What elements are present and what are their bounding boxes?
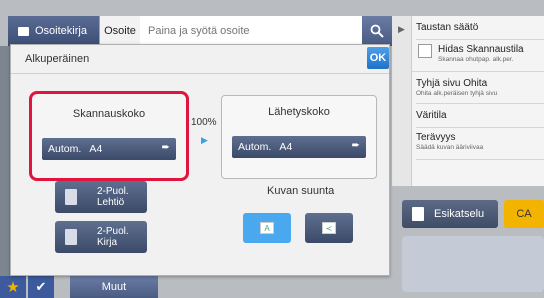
scan-size-label: Skannauskoko bbox=[72, 108, 146, 120]
divider bbox=[11, 73, 389, 74]
setting-sharpness[interactable]: Terävyys Säädä kuvan ääriviivaa bbox=[416, 128, 544, 160]
preview-button[interactable]: Esikatselu bbox=[402, 200, 498, 228]
dialog-title: Alkuperäinen bbox=[25, 53, 90, 65]
setting-color-mode[interactable]: Väritila bbox=[416, 106, 544, 128]
setting-background-adjust[interactable]: Taustan säätö bbox=[416, 22, 544, 40]
scan-size-value: Autom. A4 bbox=[48, 143, 103, 155]
setting-title: Hidas Skannaustila bbox=[438, 44, 524, 55]
duplex-booklet-icon bbox=[65, 229, 77, 245]
start-button[interactable] bbox=[402, 236, 544, 292]
setting-subtitle: Ohita alk.peräisen tyhjä sivu bbox=[416, 90, 498, 97]
send-size-value: Autom. A4 bbox=[238, 141, 293, 153]
arrow-right-icon: ➨ bbox=[351, 140, 360, 151]
bottom-bar: ★ ✔ Muut bbox=[0, 276, 392, 298]
orientation-label: Kuvan suunta bbox=[267, 185, 335, 197]
top-bar: Osoitekirja Osoite bbox=[8, 16, 392, 46]
setting-blank-page-skip[interactable]: Tyhjä sivu Ohita Ohita alk.peräisen tyhj… bbox=[416, 74, 544, 104]
collapse-arrow-icon: ▶ bbox=[398, 24, 405, 34]
orientation-landscape-button[interactable]: ≺ bbox=[305, 213, 353, 243]
setting-slow-scan[interactable]: Hidas Skannaustila Skannaa ohutpap. alk.… bbox=[412, 40, 544, 72]
original-dialog: Alkuperäinen OK Skannauskoko Autom. A4 ➨… bbox=[10, 44, 390, 276]
scan-size-button[interactable]: Autom. A4 ➨ bbox=[42, 138, 176, 160]
send-size-button[interactable]: Autom. A4 ➨ bbox=[232, 136, 366, 158]
left-edge-strip bbox=[0, 46, 10, 276]
duplex-tablet-line1: 2-Puol. bbox=[97, 186, 129, 197]
landscape-doc-icon: ≺ bbox=[322, 222, 336, 234]
duplex-booklet-line1: 2-Puol. bbox=[97, 226, 129, 237]
duplex-booklet-line2: Kirja bbox=[97, 237, 118, 248]
setting-title: Terävyys bbox=[416, 132, 456, 143]
search-icon bbox=[370, 24, 384, 38]
arrow-right-icon: ➨ bbox=[161, 142, 170, 153]
scan-size-box: Skannauskoko Autom. A4 ➨ bbox=[29, 91, 189, 181]
more-button[interactable]: Muut bbox=[70, 276, 158, 298]
preview-label: Esikatselu bbox=[434, 208, 485, 220]
setting-title: Taustan säätö bbox=[416, 22, 479, 33]
address-input[interactable] bbox=[140, 16, 362, 46]
search-button[interactable] bbox=[362, 16, 392, 46]
screen: Osoitekirja Osoite ▶ Taustan säätö Hidas… bbox=[0, 0, 544, 298]
right-settings-panel: ▶ Taustan säätö Hidas Skannaustila Skann… bbox=[392, 16, 544, 186]
addressbook-tab[interactable]: Osoitekirja bbox=[8, 16, 100, 46]
setting-subtitle: Skannaa ohutpap. alk.per. bbox=[438, 56, 514, 63]
addressbook-label: Osoitekirja bbox=[35, 25, 87, 37]
preview-icon bbox=[412, 207, 424, 221]
send-size-box: Lähetyskoko Autom. A4 ➨ bbox=[221, 95, 377, 179]
ratio-arrow-icon: ▶ bbox=[201, 135, 208, 145]
duplex-tablet-button[interactable]: 2-Puol. Lehtiö bbox=[55, 181, 147, 213]
check-icon[interactable]: ✔ bbox=[28, 276, 54, 298]
slow-scan-checkbox[interactable] bbox=[418, 44, 432, 58]
star-icon[interactable]: ★ bbox=[0, 276, 26, 298]
send-size-label: Lähetyskoko bbox=[268, 106, 330, 118]
setting-title: Tyhjä sivu Ohita bbox=[416, 78, 488, 89]
ca-button[interactable]: CA bbox=[504, 200, 544, 228]
book-icon bbox=[18, 26, 29, 36]
setting-title: Väritila bbox=[416, 110, 447, 121]
ratio-value: 100% bbox=[191, 117, 217, 128]
address-tab[interactable]: Osoite bbox=[100, 16, 140, 46]
orientation-portrait-button[interactable]: A bbox=[243, 213, 291, 243]
ok-button[interactable]: OK bbox=[367, 47, 389, 69]
portrait-doc-icon: A bbox=[260, 222, 274, 234]
duplex-tablet-icon bbox=[65, 189, 77, 205]
duplex-booklet-button[interactable]: 2-Puol. Kirja bbox=[55, 221, 147, 253]
setting-subtitle: Säädä kuvan ääriviivaa bbox=[416, 144, 484, 151]
panel-collapse-handle[interactable]: ▶ bbox=[392, 16, 412, 186]
duplex-tablet-line2: Lehtiö bbox=[97, 197, 125, 208]
